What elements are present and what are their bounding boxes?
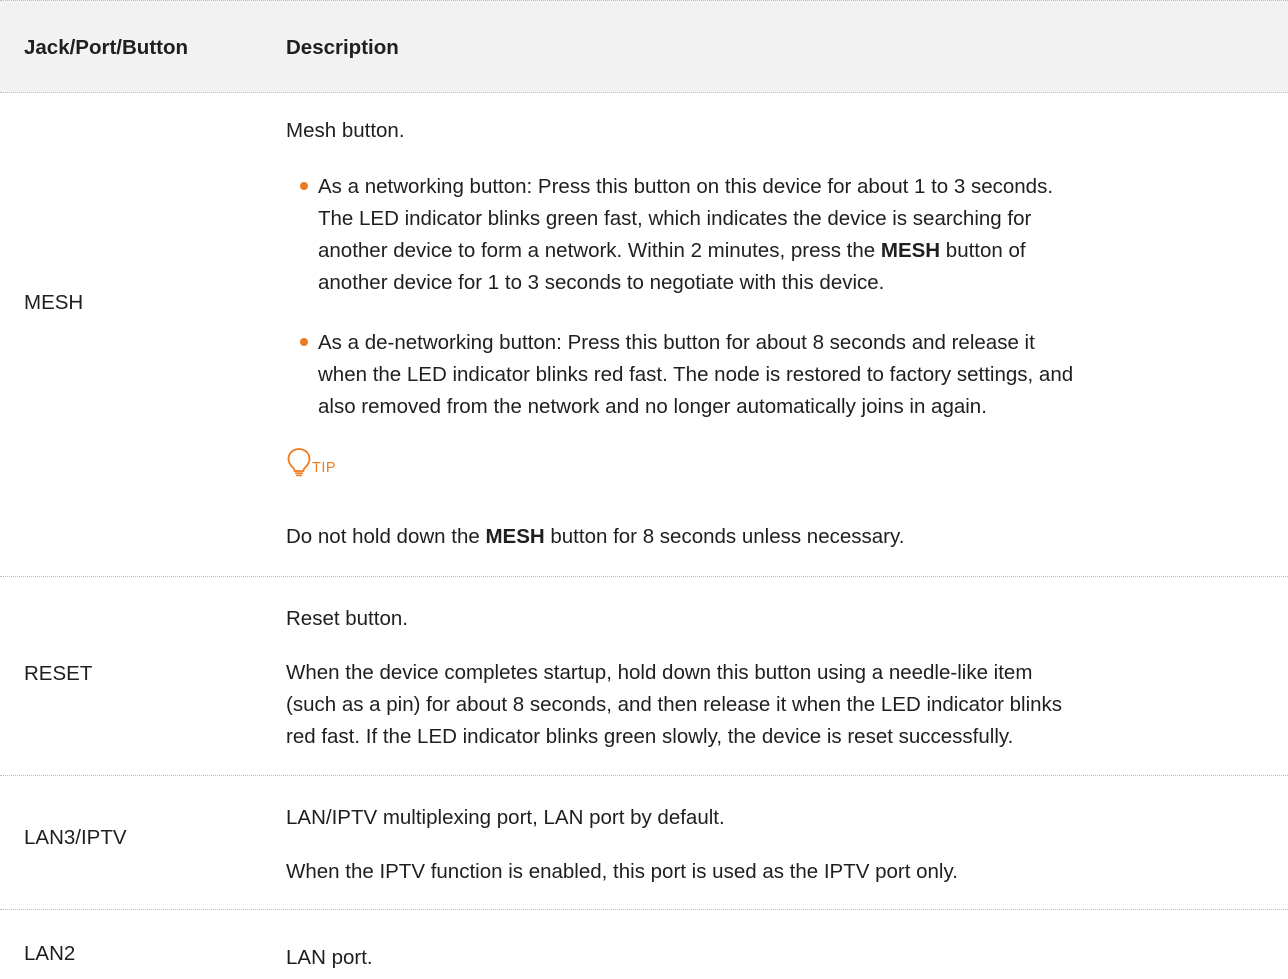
text-line: When the device completes startup, hold … — [286, 661, 1033, 684]
column-header-description: Description — [286, 36, 399, 59]
text-run: button of — [940, 239, 1026, 262]
text-run: Do not hold down the — [286, 525, 486, 548]
row-label-lan3-iptv: LAN3/IPTV — [24, 826, 127, 849]
text-line: As a de-networking button: Press this bu… — [318, 331, 1035, 354]
bullet-dot-icon — [300, 182, 308, 190]
text-line: The LED indicator blinks green fast, whi… — [318, 207, 1032, 230]
column-header-jack-port-button: Jack/Port/Button — [24, 36, 189, 59]
row-description-lan3-iptv: LAN/IPTV multiplexing port, LAN port by … — [286, 776, 1276, 910]
mesh-intro: Mesh button. — [286, 119, 405, 142]
text-run: button for 8 seconds unless necessary. — [544, 525, 905, 548]
text-line: another device to form a network. Within… — [318, 235, 1278, 267]
text-line: As a networking button: Press this butto… — [318, 175, 1054, 198]
text-line: another device for 1 to 3 seconds to neg… — [318, 271, 885, 294]
lightbulb-icon — [287, 448, 311, 477]
text-line: red fast. If the LED indicator blinks gr… — [286, 725, 1014, 748]
text-line: (such as a pin) for about 8 seconds, and… — [286, 693, 1063, 716]
row-description-reset: Reset button. When the device completes … — [286, 577, 1276, 776]
text-line: also removed from the network and no lon… — [318, 395, 987, 418]
row-label-reset: RESET — [24, 662, 93, 685]
lan3-line1: LAN/IPTV multiplexing port, LAN port by … — [286, 806, 725, 829]
reset-details: When the device completes startup, hold … — [286, 657, 1276, 753]
row-label-mesh: MESH — [24, 291, 84, 314]
text-run: another device to form a network. Within… — [318, 239, 881, 262]
lan3-line2: When the IPTV function is enabled, this … — [286, 860, 958, 883]
table-row-lan3-iptv: LAN3/IPTV LAN/IPTV multiplexing port, LA… — [0, 776, 1288, 910]
row-description-lan2: LAN port. — [286, 910, 1276, 979]
bold-keyword: MESH — [485, 525, 545, 548]
bullet-text: As a networking button: Press this butto… — [318, 171, 1278, 299]
bold-keyword: MESH — [880, 239, 941, 262]
row-description-mesh: Mesh button. As a networking button: Pre… — [286, 93, 1276, 577]
lan2-line1: LAN port. — [286, 946, 373, 969]
tip-text: Do not hold down the MESH button for 8 s… — [286, 521, 1276, 553]
table-row-mesh: MESH Mesh button. As a networking button… — [0, 93, 1288, 577]
reset-intro: Reset button. — [286, 607, 408, 630]
table-row-lan2: LAN2 LAN port. — [0, 910, 1288, 979]
table-row-reset: RESET Reset button. When the device comp… — [0, 577, 1288, 776]
table-header: Jack/Port/Button Description — [0, 0, 1288, 93]
row-label-lan2: LAN2 — [24, 942, 76, 965]
bullet-dot-icon — [300, 338, 308, 346]
text-line: when the LED indicator blinks red fast. … — [318, 363, 1074, 386]
bullet-text: As a de-networking button: Press this bu… — [318, 327, 1278, 423]
tip-label: TIP — [312, 460, 337, 476]
